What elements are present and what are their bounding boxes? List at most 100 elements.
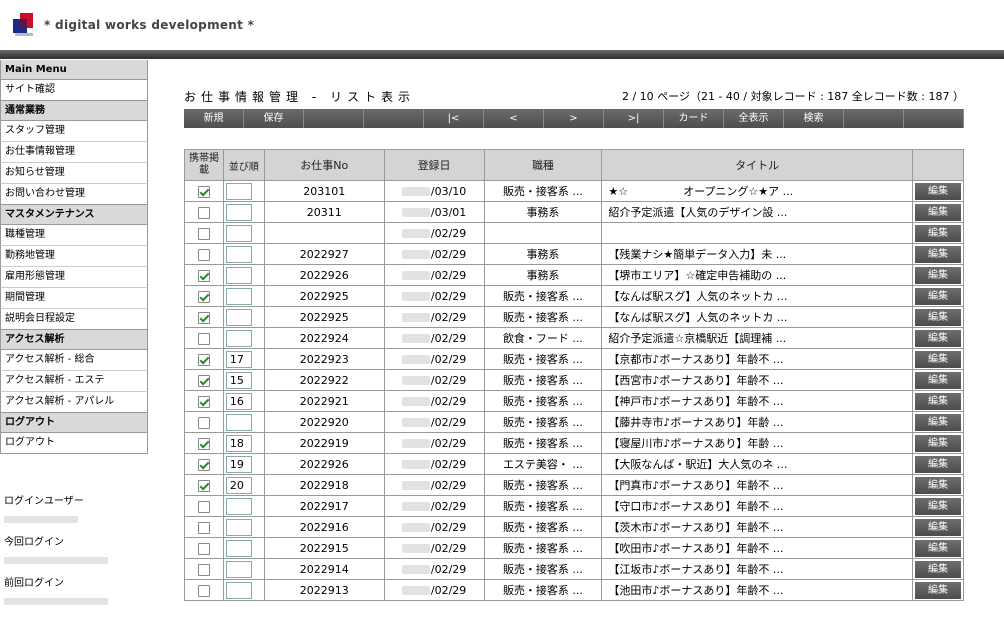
mobile-publish-checkbox[interactable] (197, 290, 210, 303)
order-input[interactable] (225, 497, 252, 515)
registered-date-cell: /02/29 (383, 453, 485, 475)
order-input[interactable] (225, 182, 252, 200)
job-category: 事務系 (483, 264, 603, 286)
mobile-publish-checkbox[interactable] (197, 353, 210, 366)
mobile-publish-checkbox[interactable] (197, 374, 210, 387)
toolbar-button[interactable]: 保存 (244, 109, 304, 128)
sidebar-item[interactable]: アクセス解析 - エステ (0, 371, 148, 392)
order-input[interactable] (225, 224, 252, 242)
edit-button[interactable]: 編集 (914, 581, 961, 599)
order-input[interactable] (225, 560, 252, 578)
edit-button[interactable]: 編集 (914, 287, 961, 305)
edit-button[interactable]: 編集 (914, 308, 961, 326)
order-input[interactable] (225, 518, 252, 536)
mobile-publish-checkbox[interactable] (197, 500, 210, 513)
edit-button[interactable]: 編集 (914, 455, 961, 473)
date-year-redacted (401, 250, 430, 259)
job-number (263, 222, 385, 244)
sidebar-item[interactable]: お仕事情報管理 (0, 142, 148, 163)
edit-button[interactable]: 編集 (914, 560, 961, 578)
mobile-publish-checkbox[interactable] (197, 479, 210, 492)
order-input[interactable] (225, 329, 252, 347)
edit-button[interactable]: 編集 (914, 539, 961, 557)
order-input[interactable] (225, 287, 252, 305)
mobile-publish-checkbox[interactable] (197, 521, 210, 534)
order-input[interactable]: 18 (225, 434, 252, 452)
sidebar-item[interactable]: 説明会日程設定 (0, 309, 148, 330)
date-year-redacted (401, 523, 430, 532)
edit-button[interactable]: 編集 (914, 392, 961, 410)
toolbar-button[interactable]: < (484, 109, 544, 128)
toolbar-button[interactable]: 検索 (784, 109, 844, 128)
edit-button[interactable]: 編集 (914, 413, 961, 431)
order-input[interactable]: 15 (225, 371, 252, 389)
mobile-publish-checkbox[interactable] (197, 185, 210, 198)
sidebar-item[interactable]: アクセス解析 - アパレル (0, 392, 148, 413)
edit-button[interactable]: 編集 (914, 350, 961, 368)
sidebar-item[interactable]: スタッフ管理 (0, 121, 148, 142)
date-year-redacted (401, 439, 430, 448)
mobile-publish-checkbox[interactable] (197, 542, 210, 555)
order-input[interactable] (225, 203, 252, 221)
mobile-publish-cell (184, 222, 224, 244)
registered-date-cell: /02/29 (383, 285, 485, 307)
sidebar-item[interactable]: サイト確認 (0, 80, 148, 101)
mobile-publish-checkbox[interactable] (197, 563, 210, 576)
order-cell (222, 579, 265, 601)
mobile-publish-checkbox[interactable] (197, 227, 210, 240)
mobile-publish-checkbox[interactable] (197, 206, 210, 219)
edit-button[interactable]: 編集 (914, 329, 961, 347)
table-row: 16 2022921/02/29 販売・接客系 ... 【神戸市♪ボーナスあり】年齢不… (184, 390, 965, 412)
sidebar-item[interactable]: 雇用形態管理 (0, 267, 148, 288)
sidebar-item[interactable]: お知らせ管理 (0, 163, 148, 184)
mobile-publish-checkbox[interactable] (197, 269, 210, 282)
edit-button[interactable]: 編集 (914, 497, 961, 515)
toolbar-button[interactable]: > (544, 109, 604, 128)
toolbar-button[interactable]: >| (604, 109, 664, 128)
edit-button[interactable]: 編集 (914, 371, 961, 389)
order-input[interactable] (225, 581, 252, 599)
toolbar-button[interactable]: |< (424, 109, 484, 128)
order-input[interactable]: 19 (225, 455, 252, 473)
order-input[interactable] (225, 539, 252, 557)
sidebar-item[interactable]: ログアウト (0, 433, 148, 454)
mobile-publish-checkbox[interactable] (197, 311, 210, 324)
edit-button[interactable]: 編集 (914, 182, 961, 200)
order-input[interactable] (225, 308, 252, 326)
sidebar-item[interactable]: 勤務地管理 (0, 246, 148, 267)
mobile-publish-checkbox[interactable] (197, 584, 210, 597)
registered-date-cell: /02/29 (383, 243, 485, 265)
column-header: 登録日 (383, 149, 485, 181)
job-category: 事務系 (483, 243, 603, 265)
edit-button[interactable]: 編集 (914, 434, 961, 452)
mobile-publish-checkbox[interactable] (197, 458, 210, 471)
sidebar-item[interactable]: 期間管理 (0, 288, 148, 309)
mobile-publish-checkbox[interactable] (197, 248, 210, 261)
order-input[interactable]: 20 (225, 476, 252, 494)
mobile-publish-checkbox[interactable] (197, 395, 210, 408)
edit-cell: 編集 (911, 180, 965, 202)
order-input[interactable] (225, 245, 252, 263)
sidebar-item[interactable]: アクセス解析 - 総合 (0, 350, 148, 371)
toolbar-button[interactable]: 新規 (184, 109, 244, 128)
edit-button[interactable]: 編集 (914, 224, 961, 242)
edit-button[interactable]: 編集 (914, 203, 961, 221)
order-input[interactable]: 16 (225, 392, 252, 410)
mobile-publish-checkbox[interactable] (197, 332, 210, 345)
edit-button[interactable]: 編集 (914, 518, 961, 536)
order-input[interactable] (225, 413, 252, 431)
mobile-publish-cell (184, 264, 224, 286)
toolbar-button[interactable]: 全表示 (724, 109, 784, 128)
table-row: 2022924/02/29 飲食・フード ... 紹介予定派遣☆京橋駅近【調理補 .… (184, 327, 965, 349)
mobile-publish-checkbox[interactable] (197, 416, 210, 429)
date-year-redacted (401, 292, 430, 301)
edit-button[interactable]: 編集 (914, 245, 961, 263)
sidebar-item[interactable]: 職種管理 (0, 225, 148, 246)
edit-button[interactable]: 編集 (914, 476, 961, 494)
order-input[interactable] (225, 266, 252, 284)
mobile-publish-checkbox[interactable] (197, 437, 210, 450)
edit-button[interactable]: 編集 (914, 266, 961, 284)
toolbar-button[interactable]: カード (664, 109, 724, 128)
sidebar-item[interactable]: お問い合わせ管理 (0, 184, 148, 205)
order-input[interactable]: 17 (225, 350, 252, 368)
